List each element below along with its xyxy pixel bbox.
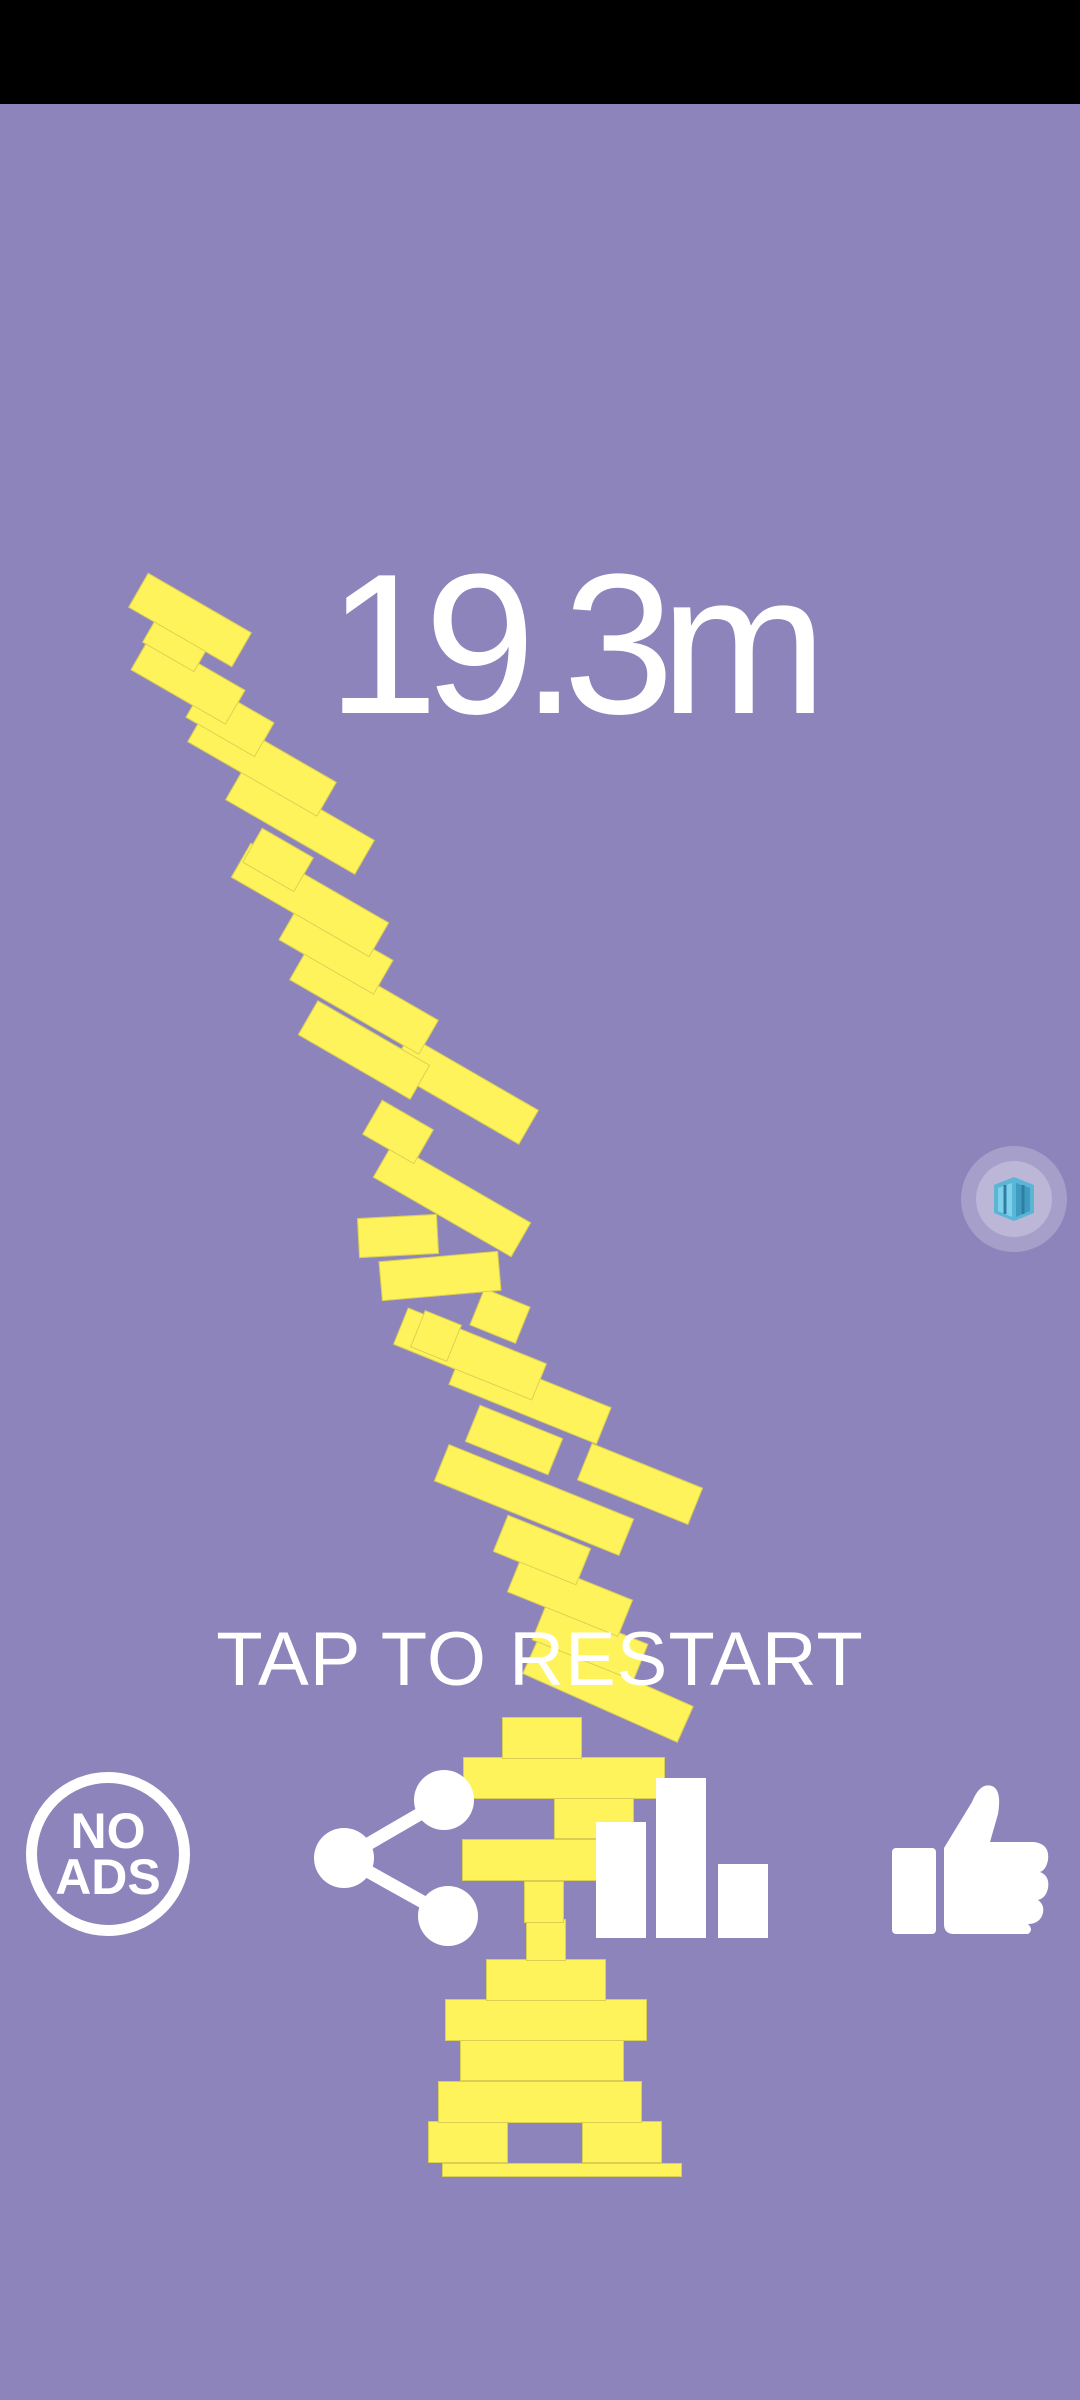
tower-block — [428, 2121, 508, 2163]
tower-block — [526, 1919, 566, 1961]
cube-camera-icon — [994, 1177, 1034, 1221]
tap-to-restart-prompt[interactable]: TAP TO RESTART — [0, 1620, 1080, 1700]
tower-block — [460, 2039, 624, 2081]
no-ads-label-line2: ADS — [55, 1849, 161, 1905]
tower-block — [582, 2121, 662, 2163]
no-ads-label-line1: NO — [70, 1803, 146, 1859]
no-ads-button[interactable]: NO ADS — [26, 1772, 190, 1936]
tower-block — [462, 1839, 610, 1881]
tower-block — [486, 1959, 606, 2001]
camera-view-button[interactable] — [961, 1146, 1067, 1252]
tower-block — [362, 1099, 434, 1165]
share-icon — [314, 1770, 478, 1946]
block-tower — [0, 0, 1080, 2400]
thumbs-up-icon — [892, 1785, 1049, 1934]
bar-chart-icon — [596, 1778, 768, 1938]
share-button[interactable] — [312, 1770, 482, 1946]
tower-block — [524, 1881, 564, 1923]
tower-block — [357, 1213, 439, 1259]
tower-block — [445, 1999, 647, 2041]
like-button[interactable] — [888, 1780, 1052, 1936]
tower-block — [502, 1717, 582, 1759]
tower-block — [442, 2163, 682, 2177]
tower-block — [438, 2081, 642, 2123]
height-score: 19.3m — [327, 533, 827, 756]
leaderboard-button[interactable] — [594, 1776, 770, 1938]
